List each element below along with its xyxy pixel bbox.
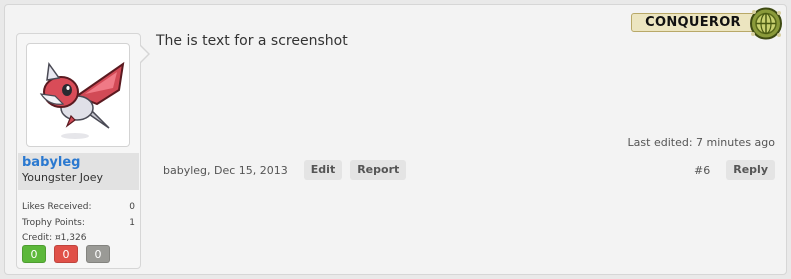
user-title: Youngster Joey <box>22 171 103 184</box>
post-footer-right: #6 Reply <box>694 160 775 180</box>
avatar[interactable] <box>26 43 130 147</box>
globe-emblem-icon <box>750 7 782 40</box>
likes-received-label: Likes Received: <box>22 202 92 212</box>
report-button[interactable]: Report <box>350 160 407 180</box>
likes-received-row: Likes Received: 0 <box>22 201 135 213</box>
username-link[interactable]: babyleg <box>22 155 139 170</box>
logo-text: CONQUEROR <box>631 13 755 32</box>
last-edited-text: Last edited: 7 minutes ago <box>627 136 775 149</box>
user-stats: Likes Received: 0 Trophy Points: 1 Credi… <box>22 201 135 244</box>
edit-button[interactable]: Edit <box>303 160 343 180</box>
user-info-panel: babyleg Youngster Joey Likes Received: 0… <box>16 33 141 269</box>
message-pointer-arrow-inner <box>140 46 148 62</box>
positive-rating-badge[interactable]: 0 <box>22 245 46 263</box>
user-name-block: babyleg Youngster Joey <box>18 153 139 190</box>
reply-button[interactable]: Reply <box>726 160 775 180</box>
reputation-badges: 0 0 0 <box>22 245 118 263</box>
trophy-points-value[interactable]: 1 <box>129 217 135 229</box>
neutral-rating-badge[interactable]: 0 <box>86 245 110 263</box>
credit-value: Credit: ¤1,326 <box>22 233 87 243</box>
latias-sprite-icon <box>39 61 125 139</box>
negative-rating-badge[interactable]: 0 <box>54 245 78 263</box>
post-number-link[interactable]: #6 <box>694 164 710 177</box>
conqueror-logo: CONQUEROR <box>631 6 783 41</box>
trophy-points-row: Trophy Points: 1 <box>22 217 135 229</box>
forum-post: babyleg Youngster Joey Likes Received: 0… <box>4 4 787 275</box>
post-footer-left: babyleg, Dec 15, 2013 Edit Report <box>163 160 414 180</box>
post-message: The is text for a screenshot <box>156 33 348 49</box>
likes-received-value[interactable]: 0 <box>129 201 135 213</box>
post-author-date[interactable]: babyleg, Dec 15, 2013 <box>163 164 288 177</box>
trophy-points-label: Trophy Points: <box>22 218 85 228</box>
